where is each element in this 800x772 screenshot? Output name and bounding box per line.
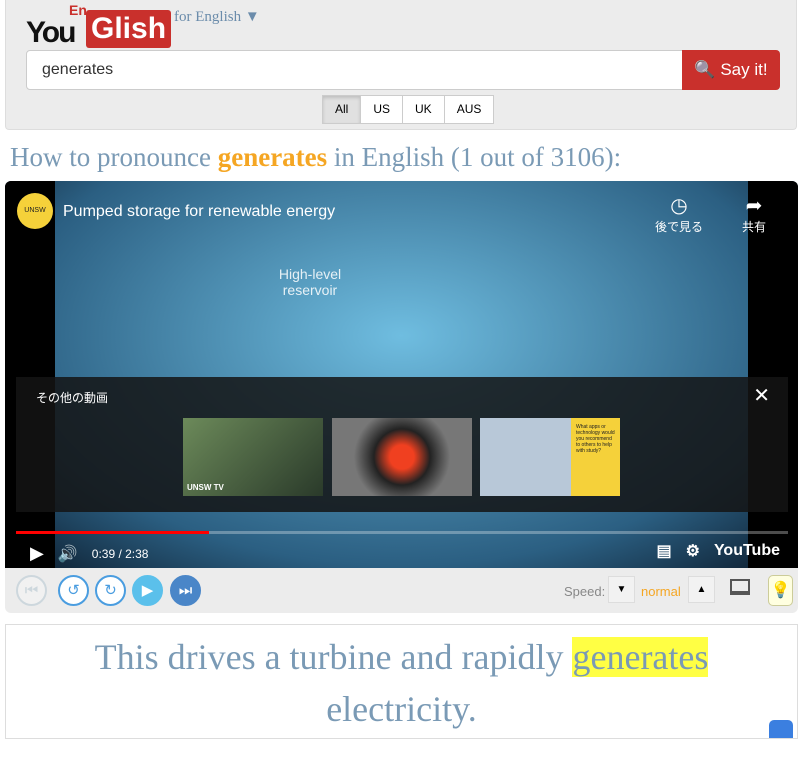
display-toggle-icon[interactable] [730, 579, 750, 595]
related-video-3[interactable]: What apps or technology would you recomm… [480, 418, 620, 496]
play-icon[interactable]: ▶ [30, 543, 44, 564]
related-video-2[interactable] [332, 418, 472, 496]
accent-all[interactable]: All [322, 95, 362, 124]
play-button[interactable]: ▶ [132, 575, 163, 606]
speed-down-button[interactable]: ▼ [608, 576, 635, 603]
search-input[interactable]: generates [26, 50, 683, 90]
playback-toolbar: ⏮ ↺ ↻ ▶ ⏭ Speed: ▼ normal ▲ 💡 [5, 568, 798, 613]
replay-button[interactable]: ↻ [95, 575, 126, 606]
search-icon: 🔍 [694, 60, 716, 79]
title-prefix: How to pronounce [10, 142, 218, 172]
share-icon: ➦ [745, 195, 763, 217]
player-controls-right: ▤ ⚙ YouTube [656, 541, 780, 561]
watch-later-button[interactable]: ◷ 後で見る [655, 193, 703, 235]
lightbulb-icon[interactable]: 💡 [768, 575, 793, 606]
volume-icon[interactable]: 🔊 [58, 544, 78, 564]
previous-button[interactable]: ⏮ [16, 575, 47, 606]
clock-icon: ◷ [670, 195, 688, 217]
speed-up-button[interactable]: ▲ [688, 576, 715, 603]
accent-us[interactable]: US [360, 95, 404, 124]
accent-filter: All US UK AUS [322, 95, 495, 124]
more-videos-label: その他の動画 [36, 391, 109, 405]
speed-value: normal [641, 584, 681, 599]
page-title: How to pronounce generates in English (1… [10, 142, 621, 173]
close-icon[interactable]: ✕ [753, 383, 770, 408]
title-word: generates [217, 142, 328, 172]
share-label: 共有 [742, 220, 767, 234]
logo-glish: Glish [86, 10, 172, 48]
speed-label: Speed: [564, 584, 606, 599]
accent-uk[interactable]: UK [402, 95, 445, 124]
next-button[interactable]: ⏭ [170, 575, 201, 606]
caption-highlight: generates [572, 637, 709, 677]
watch-later-label: 後で見る [655, 220, 704, 234]
share-button[interactable]: ➦ 共有 [742, 193, 766, 235]
caption-after: electricity. [326, 689, 477, 729]
related-video-1[interactable]: UNSW TV [183, 418, 323, 496]
accent-aus[interactable]: AUS [443, 95, 495, 124]
thumb-label: UNSW TV [187, 483, 224, 492]
video-title[interactable]: Pumped storage for renewable energy [63, 203, 335, 221]
title-suffix: in English (1 out of 3106): [327, 142, 622, 172]
thumb-text: What apps or technology would you recomm… [576, 424, 615, 454]
captions-icon[interactable]: ▤ [656, 541, 671, 561]
caption-text: This drives a turbine and rapidly genera… [5, 624, 798, 752]
player-controls-left: ▶ 🔊 0:39 / 2:38 [30, 543, 148, 564]
say-it-button[interactable]: 🔍 Say it! [682, 50, 780, 90]
header: You Glish En for English ▼ generates 🔍 S… [5, 0, 797, 130]
video-player[interactable]: UNSW Pumped storage for renewable energy… [5, 181, 798, 568]
language-selector[interactable]: for English ▼ [174, 9, 260, 26]
channel-avatar[interactable]: UNSW [17, 193, 53, 229]
youtube-logo[interactable]: YouTube [714, 542, 780, 560]
rewind-5-button[interactable]: ↺ [58, 575, 89, 606]
say-it-label: Say it! [720, 60, 768, 79]
logo-you: You [26, 16, 76, 49]
progress-bar[interactable] [16, 531, 788, 534]
time-display: 0:39 / 2:38 [91, 546, 149, 561]
logo-en: En [69, 2, 87, 18]
settings-gear-icon[interactable]: ⚙ [686, 541, 700, 561]
caption-before: This drives a turbine and rapidly [94, 637, 573, 677]
chat-icon[interactable]: ••• [769, 720, 793, 752]
progress-fill [16, 531, 209, 534]
video-overlay-text: High-level reservoir [278, 266, 342, 298]
more-videos-panel: その他の動画 ✕ UNSW TV What apps or technology… [16, 377, 788, 512]
